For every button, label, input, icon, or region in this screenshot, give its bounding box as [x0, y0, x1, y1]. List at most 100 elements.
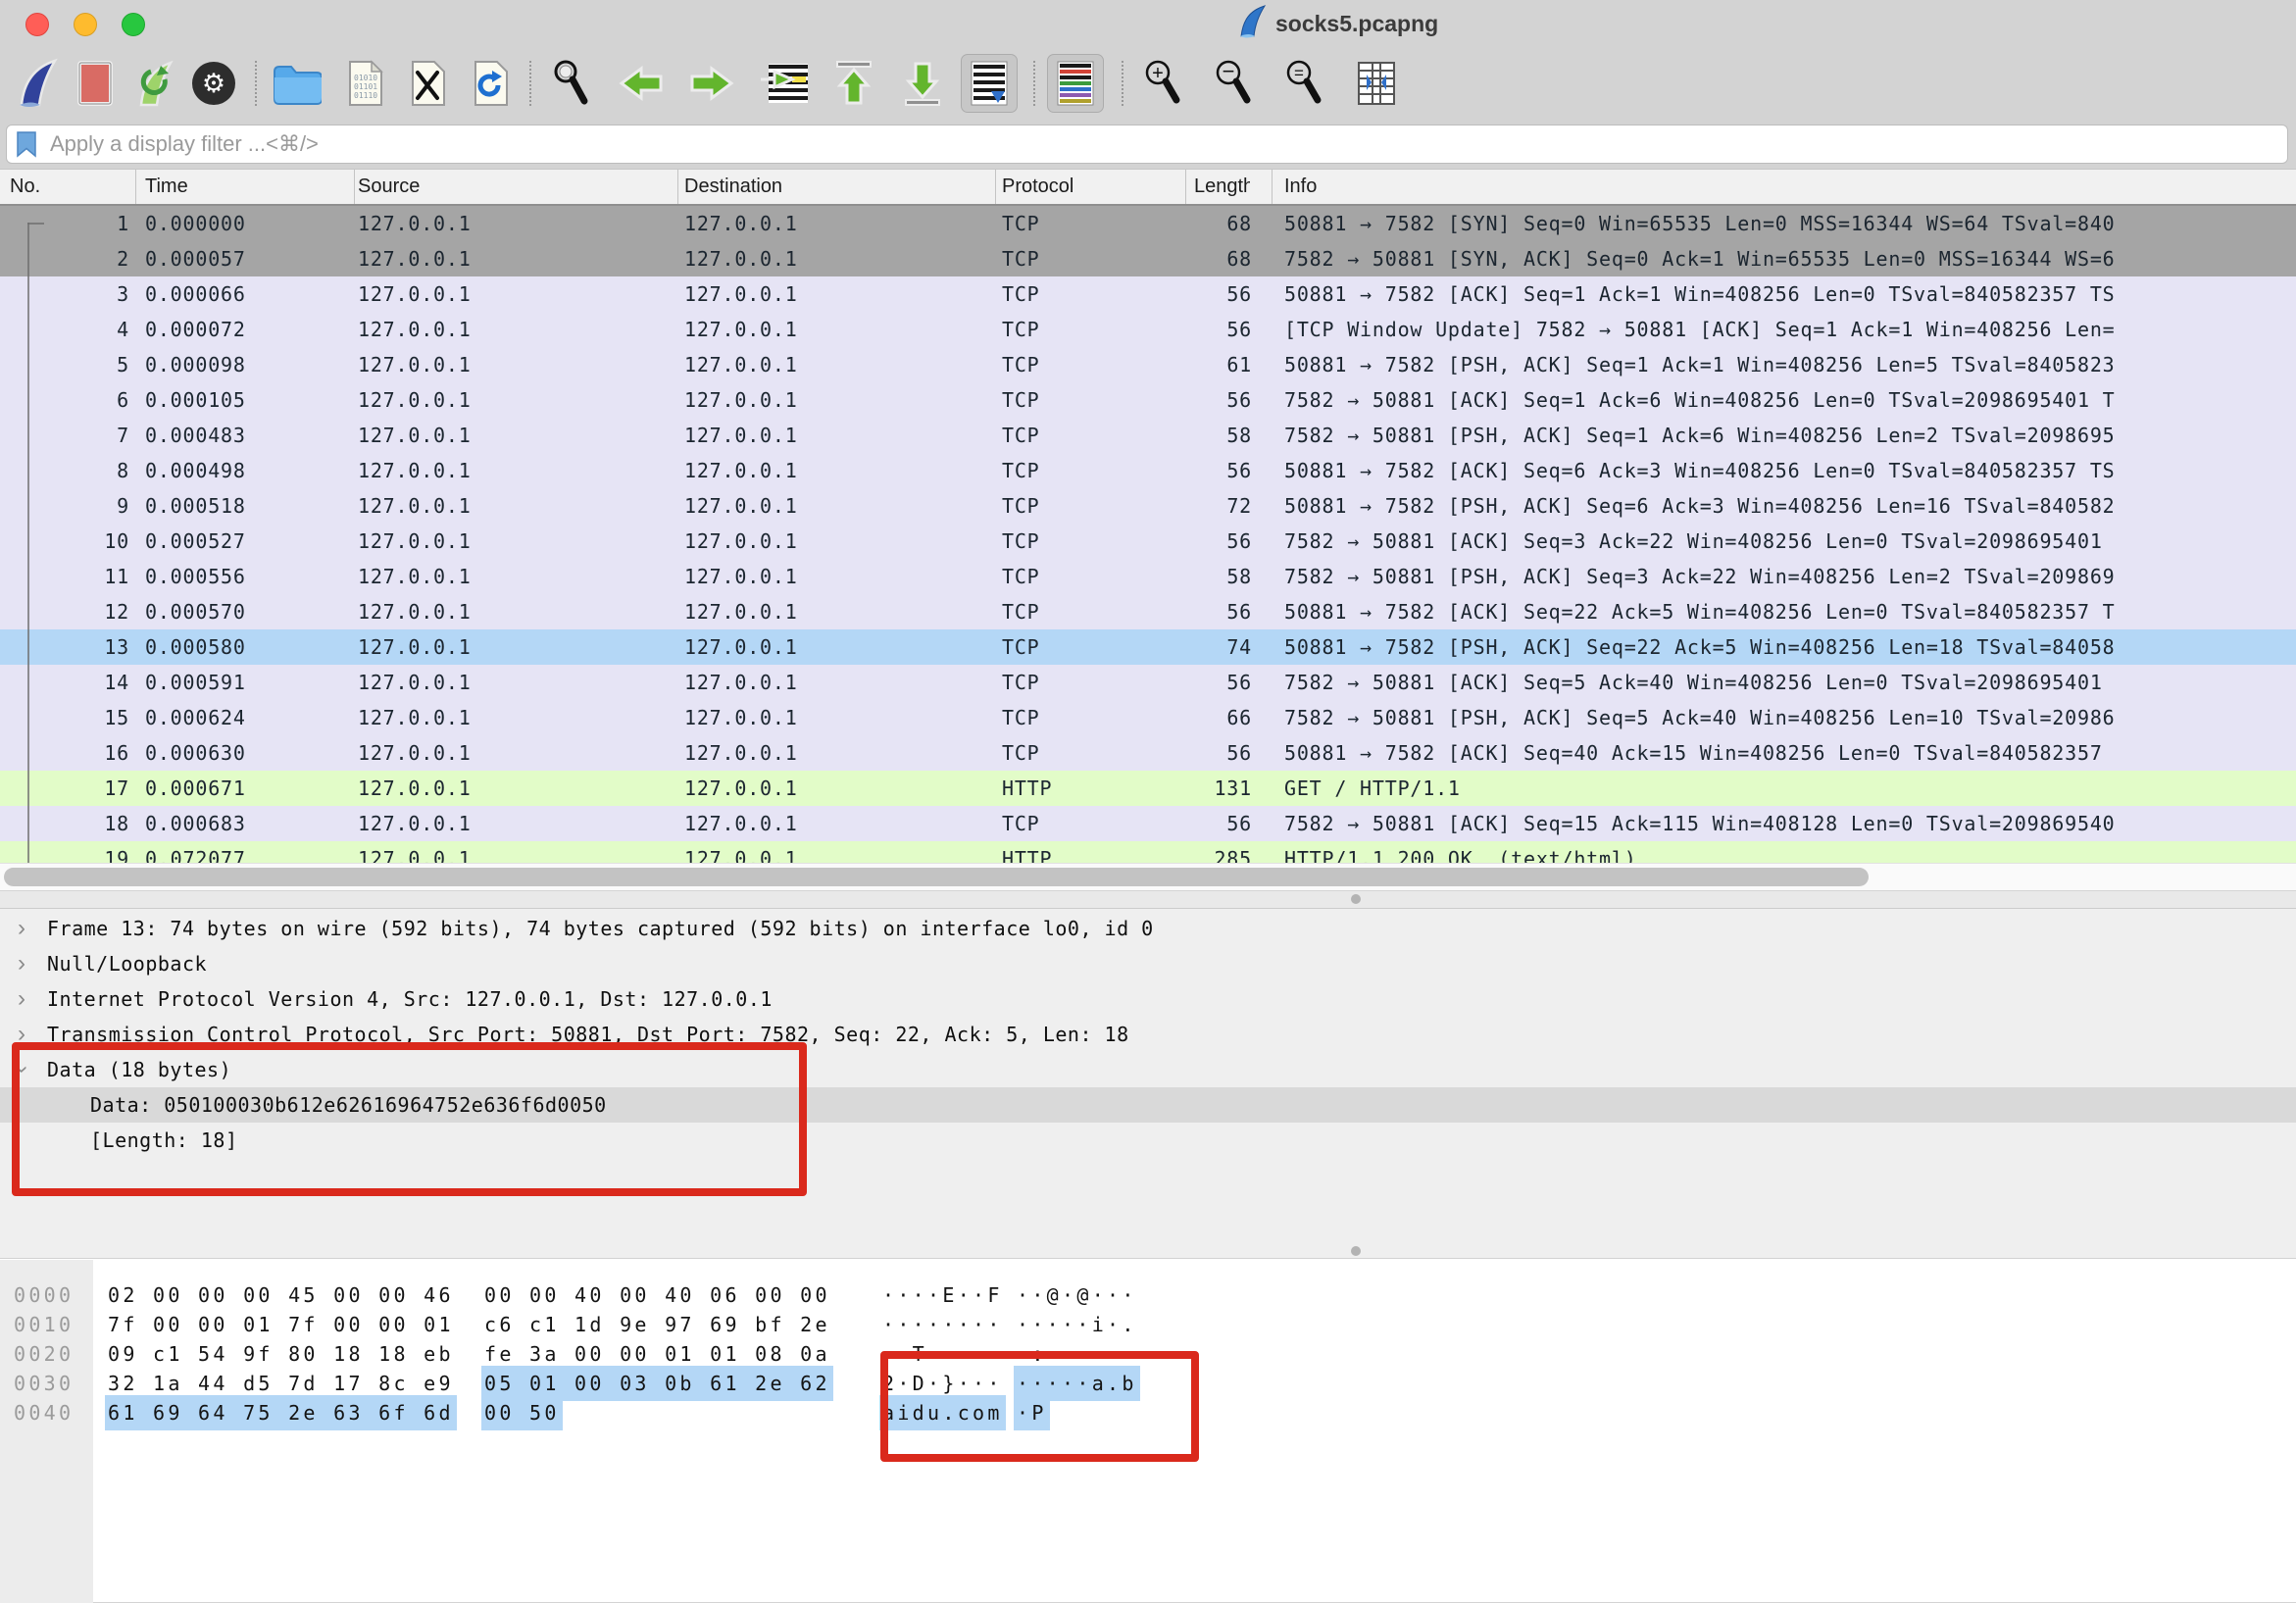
cell-proto: TCP	[996, 806, 1186, 841]
hex-row-0040[interactable]: 004061 69 64 75 2e 63 6f 6d00 50aidu.com…	[0, 1398, 2296, 1428]
cell-dst: 127.0.0.1	[678, 629, 996, 665]
packet-row-5[interactable]: 50.000098127.0.0.1127.0.0.1TCP6150881 → …	[0, 347, 2296, 382]
go-to-packet-icon[interactable]	[759, 55, 810, 112]
packet-row-2[interactable]: 20.000057127.0.0.1127.0.0.1TCP687582 → 5…	[0, 241, 2296, 276]
column-header-time[interactable]: Time	[136, 170, 355, 204]
column-header-no[interactable]: No.	[0, 170, 136, 204]
packet-row-17[interactable]: 170.000671127.0.0.1127.0.0.1HTTP131GET /…	[0, 771, 2296, 806]
open-file-folder-icon[interactable]	[271, 55, 322, 112]
ascii-bytes: ·:······	[1017, 1339, 1137, 1369]
detail-line[interactable]: › Transmission Control Protocol, Src Port…	[0, 1017, 2296, 1052]
cell-proto: TCP	[996, 241, 1186, 276]
window-title: socks5.pcapng	[1275, 11, 1438, 37]
chevron-collapsed-icon[interactable]: ›	[18, 911, 26, 946]
column-header-source[interactable]: Source	[355, 170, 678, 204]
cell-info: 50881 → 7582 [ACK] Seq=6 Ack=3 Win=40825…	[1273, 453, 2296, 488]
cell-src: 127.0.0.1	[355, 418, 678, 453]
cell-proto: HTTP	[996, 771, 1186, 806]
zoom-window-button[interactable]	[122, 13, 145, 36]
packet-row-1[interactable]: 10.000000127.0.0.1127.0.0.1TCP6850881 → …	[0, 206, 2296, 241]
splitter-handle-icon[interactable]	[1351, 1246, 1361, 1256]
column-header-length[interactable]: Length	[1186, 170, 1273, 204]
packet-row-6[interactable]: 60.000105127.0.0.1127.0.0.1TCP567582 → 5…	[0, 382, 2296, 418]
cell-dst: 127.0.0.1	[678, 735, 996, 771]
restart-capture-icon[interactable]	[131, 55, 176, 112]
cell-len: 56	[1186, 524, 1273, 559]
hex-row-0030[interactable]: 003032 1a 44 d5 7d 17 8c e905 01 00 03 0…	[0, 1369, 2296, 1398]
filter-bar: Apply a display filter ...<⌘/>	[0, 120, 2296, 169]
cell-len: 72	[1186, 488, 1273, 524]
first-packet-icon[interactable]	[831, 55, 876, 112]
chevron-expanded-icon[interactable]: ›	[4, 1066, 39, 1075]
splitter-handle-icon[interactable]	[1351, 894, 1361, 904]
ascii-bytes: ·····a.b	[1017, 1369, 1137, 1398]
packet-row-10[interactable]: 100.000527127.0.0.1127.0.0.1TCP567582 → …	[0, 524, 2296, 559]
cell-no: 12	[0, 594, 136, 629]
packet-row-3[interactable]: 30.000066127.0.0.1127.0.0.1TCP5650881 → …	[0, 276, 2296, 312]
packet-row-18[interactable]: 180.000683127.0.0.1127.0.0.1TCP567582 → …	[0, 806, 2296, 841]
pane-splitter[interactable]	[0, 890, 2296, 908]
detail-line[interactable]: [Length: 18]	[0, 1123, 2296, 1158]
zoom-out-icon[interactable]: −	[1212, 55, 1257, 112]
detail-line[interactable]: Data: 050100030b612e62616964752e636f6d00…	[0, 1087, 2296, 1123]
cell-dst: 127.0.0.1	[678, 453, 996, 488]
previous-packet-icon[interactable]	[618, 55, 665, 112]
auto-scroll-toggle-icon[interactable]	[961, 54, 1018, 113]
column-header-protocol[interactable]: Protocol	[996, 170, 1186, 204]
packet-row-19[interactable]: 190.072077127.0.0.1127.0.0.1HTTP285HTTP/…	[0, 841, 2296, 863]
hex-row-0000[interactable]: 000002 00 00 00 45 00 00 4600 00 40 00 4…	[0, 1280, 2296, 1310]
last-packet-icon[interactable]	[900, 55, 945, 112]
scrollbar-thumb[interactable]	[4, 868, 1869, 886]
hex-row-0020[interactable]: 002009 c1 54 9f 80 18 18 ebfe 3a 00 00 0…	[0, 1339, 2296, 1369]
chevron-collapsed-icon[interactable]: ›	[18, 1017, 26, 1052]
start-capture-fin-icon[interactable]	[14, 55, 59, 112]
filter-bookmark-icon[interactable]	[15, 130, 38, 158]
cell-len: 56	[1186, 594, 1273, 629]
packet-row-11[interactable]: 110.000556127.0.0.1127.0.0.1TCP587582 → …	[0, 559, 2296, 594]
packet-row-7[interactable]: 70.000483127.0.0.1127.0.0.1TCP587582 → 5…	[0, 418, 2296, 453]
minimize-window-button[interactable]	[74, 13, 97, 36]
hex-row-0010[interactable]: 00107f 00 00 01 7f 00 00 01c6 c1 1d 9e 9…	[0, 1310, 2296, 1339]
cell-proto: TCP	[996, 312, 1186, 347]
detail-line[interactable]: ›Null/Loopback	[0, 946, 2296, 981]
detail-line[interactable]: ›Frame 13: 74 bytes on wire (592 bits), …	[0, 911, 2296, 946]
cell-info: 7582 → 50881 [ACK] Seq=3 Ack=22 Win=4082…	[1273, 524, 2296, 559]
horizontal-scrollbar[interactable]	[0, 863, 2296, 890]
reload-file-icon[interactable]	[471, 55, 510, 112]
close-window-button[interactable]	[25, 13, 49, 36]
packet-row-13[interactable]: 130.000580127.0.0.1127.0.0.1TCP7450881 →…	[0, 629, 2296, 665]
packet-row-15[interactable]: 150.000624127.0.0.1127.0.0.1TCP667582 → …	[0, 700, 2296, 735]
cell-no: 9	[0, 488, 136, 524]
cell-dst: 127.0.0.1	[678, 524, 996, 559]
hex-offset: 0030	[14, 1369, 74, 1398]
capture-options-gear-icon[interactable]: ⚙	[192, 55, 235, 112]
packet-row-16[interactable]: 160.000630127.0.0.1127.0.0.1TCP5650881 →…	[0, 735, 2296, 771]
zoom-reset-icon[interactable]: =	[1282, 55, 1327, 112]
cell-no: 10	[0, 524, 136, 559]
column-header-destination[interactable]: Destination	[678, 170, 996, 204]
packet-row-9[interactable]: 90.000518127.0.0.1127.0.0.1TCP7250881 → …	[0, 488, 2296, 524]
cell-proto: TCP	[996, 735, 1186, 771]
resize-columns-icon[interactable]	[1353, 55, 1400, 112]
column-header-info[interactable]: Info	[1273, 170, 2296, 204]
next-packet-icon[interactable]	[688, 55, 735, 112]
cell-proto: TCP	[996, 665, 1186, 700]
chevron-collapsed-icon[interactable]: ›	[18, 946, 26, 981]
packet-row-12[interactable]: 120.000570127.0.0.1127.0.0.1TCP5650881 →…	[0, 594, 2296, 629]
detail-text: Transmission Control Protocol, Src Port:…	[47, 1023, 1129, 1046]
find-packet-magnifier-icon[interactable]	[549, 55, 596, 112]
stop-capture-icon[interactable]	[75, 55, 116, 112]
packet-row-14[interactable]: 140.000591127.0.0.1127.0.0.1TCP567582 → …	[0, 665, 2296, 700]
colorize-toggle-icon[interactable]	[1047, 54, 1104, 113]
packet-row-4[interactable]: 40.000072127.0.0.1127.0.0.1TCP56[TCP Win…	[0, 312, 2296, 347]
chevron-collapsed-icon[interactable]: ›	[18, 981, 26, 1017]
save-file-icon[interactable]: 010100110101110	[345, 55, 384, 112]
detail-line[interactable]: ›Internet Protocol Version 4, Src: 127.0…	[0, 981, 2296, 1017]
detail-line[interactable]: ›Data (18 bytes)	[0, 1052, 2296, 1087]
packet-row-8[interactable]: 80.000498127.0.0.1127.0.0.1TCP5650881 → …	[0, 453, 2296, 488]
cell-dst: 127.0.0.1	[678, 488, 996, 524]
zoom-in-icon[interactable]: +	[1141, 55, 1186, 112]
display-filter-input[interactable]: Apply a display filter ...<⌘/>	[6, 125, 2288, 164]
close-file-icon[interactable]	[408, 55, 447, 112]
cell-info: GET / HTTP/1.1	[1273, 771, 2296, 806]
